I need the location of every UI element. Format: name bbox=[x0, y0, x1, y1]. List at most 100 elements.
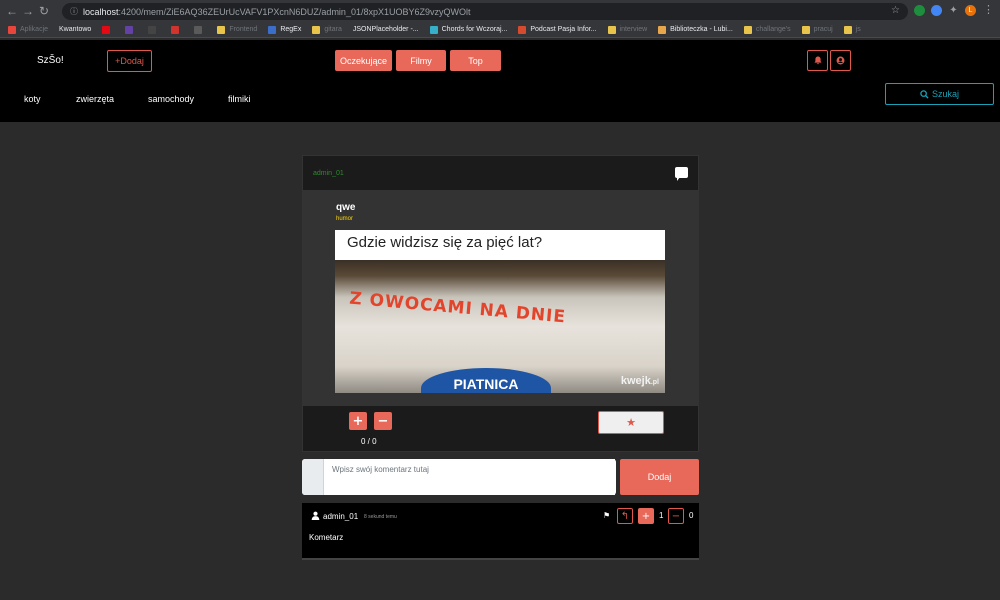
extension-icon[interactable] bbox=[914, 5, 925, 16]
card-body: qwe humor Gdzie widzisz się za pięć lat?… bbox=[303, 190, 698, 406]
bookmark-item[interactable]: RegEx bbox=[268, 25, 302, 34]
bookmark-label: Aplikacje bbox=[20, 26, 49, 33]
comment-icon[interactable] bbox=[675, 167, 688, 181]
bookmark-favicon-icon bbox=[607, 25, 616, 34]
user-account-button[interactable] bbox=[830, 50, 851, 71]
bookmark-item[interactable]: Podcast Pasja Infor... bbox=[518, 25, 597, 34]
bookmark-label: RegEx bbox=[280, 26, 302, 33]
search-button[interactable]: Szukaj bbox=[885, 83, 994, 105]
comment-upvote-button[interactable]: + bbox=[638, 508, 654, 524]
reply-button[interactable]: ↰ bbox=[617, 508, 633, 524]
upvote-button[interactable]: + bbox=[349, 412, 367, 430]
post-title: qwe bbox=[336, 202, 356, 213]
top-button[interactable]: Top bbox=[450, 50, 501, 71]
bookmark-item[interactable]: Aplikacje bbox=[8, 25, 49, 34]
bookmark-item[interactable] bbox=[194, 25, 206, 34]
post-category-tag[interactable]: humor bbox=[336, 216, 353, 222]
bookmark-item[interactable]: pracuj bbox=[801, 25, 833, 34]
bookmark-item[interactable]: gitara bbox=[312, 25, 342, 34]
url-host: localhost bbox=[83, 6, 119, 17]
bookmark-item[interactable]: challange's bbox=[743, 25, 791, 34]
bookmark-item[interactable] bbox=[148, 25, 160, 34]
plus-icon: + bbox=[641, 510, 651, 522]
add-meme-button[interactable]: +Dodaj bbox=[107, 50, 152, 72]
comment-downvote-button[interactable]: − bbox=[668, 508, 684, 524]
meme-image: Gdzie widzisz się za pięć lat? Z OWOCAMI… bbox=[335, 230, 665, 393]
minus-icon: − bbox=[671, 510, 681, 522]
bell-icon bbox=[814, 56, 821, 65]
bookmark-label: Kwantowo bbox=[59, 26, 92, 33]
category-link-koty[interactable]: koty bbox=[24, 94, 41, 104]
bookmark-item[interactable] bbox=[102, 25, 114, 34]
post-author[interactable]: admin_01 bbox=[313, 170, 344, 177]
bookmark-item[interactable]: JSONPlaceholder -... bbox=[353, 26, 419, 33]
watermark-text: kwejk bbox=[620, 375, 651, 387]
bookmark-favicon-icon bbox=[743, 25, 752, 34]
bookmark-favicon-icon bbox=[8, 25, 16, 34]
forward-icon[interactable]: → bbox=[20, 4, 36, 18]
back-icon[interactable]: ← bbox=[4, 4, 20, 18]
comment-minus-count: 0 bbox=[689, 511, 694, 520]
bookmark-label: Chords for Wczoraj... bbox=[441, 26, 508, 33]
comment-time: 8 sekund temu bbox=[364, 514, 397, 520]
bookmark-label: Biblioteczka - Lubi... bbox=[670, 26, 733, 33]
cup-label: Z OWOCAMI NA DNIE bbox=[348, 288, 567, 328]
info-icon[interactable]: ⓘ bbox=[70, 6, 78, 17]
input-addon bbox=[302, 459, 324, 495]
browser-menu-icon[interactable]: ⋮ bbox=[983, 3, 994, 16]
watermark: kwejk.pl bbox=[621, 375, 659, 387]
bookmark-label: Podcast Pasja Infor... bbox=[530, 26, 597, 33]
bookmark-favicon-icon bbox=[801, 25, 810, 34]
search-label: Szukaj bbox=[931, 89, 959, 99]
bookmark-item[interactable]: Frontend bbox=[217, 25, 258, 34]
bookmark-star-icon[interactable]: ☆ bbox=[891, 5, 900, 16]
translate-extension-icon[interactable] bbox=[931, 5, 942, 16]
bookmark-item[interactable] bbox=[171, 25, 183, 34]
category-link-zwierzeta[interactable]: zwierzęta bbox=[76, 94, 114, 104]
bookmark-item[interactable]: Kwantowo bbox=[59, 26, 91, 33]
bookmark-label: js bbox=[855, 26, 861, 33]
bookmark-item[interactable]: js bbox=[843, 25, 861, 34]
bookmark-favicon-icon bbox=[125, 25, 134, 34]
card-header: admin_01 bbox=[303, 156, 698, 190]
address-bar[interactable]: ⓘ localhost :4200/mem/ZiE6AQ36ZEUrUcVAFV… bbox=[62, 3, 908, 20]
pending-button[interactable]: Oczekujące bbox=[335, 50, 392, 71]
vote-count: 0 / 0 bbox=[361, 437, 377, 446]
bookmark-favicon-icon bbox=[312, 25, 321, 34]
bookmark-label: JSONPlaceholder -... bbox=[352, 26, 419, 33]
favorite-button[interactable]: ★ bbox=[598, 411, 664, 434]
category-link-samochody[interactable]: samochody bbox=[148, 94, 194, 104]
report-flag-icon[interactable]: ⚑ bbox=[603, 511, 610, 520]
profile-avatar[interactable]: L bbox=[965, 5, 976, 16]
downvote-button[interactable]: − bbox=[374, 412, 392, 430]
meme-caption: Gdzie widzisz się za pięć lat? bbox=[335, 230, 665, 260]
bookmark-favicon-icon bbox=[148, 25, 157, 34]
bookmark-item[interactable]: interview bbox=[607, 25, 648, 34]
card-footer: + − 0 / 0 ★ bbox=[303, 406, 698, 451]
brand-logo[interactable]: SzŠo! bbox=[37, 55, 64, 66]
star-icon: ★ bbox=[626, 417, 636, 429]
bookmark-favicon-icon bbox=[429, 25, 438, 34]
bookmark-label: pracuj bbox=[813, 26, 833, 33]
comment-textarea[interactable] bbox=[325, 459, 615, 495]
comment-author[interactable]: admin_01 bbox=[323, 512, 358, 521]
bookmark-item[interactable] bbox=[125, 25, 137, 34]
movies-button[interactable]: Filmy bbox=[396, 50, 446, 71]
watermark-suffix: .pl bbox=[650, 379, 659, 386]
bookmark-item[interactable]: Chords for Wczoraj... bbox=[429, 25, 508, 34]
puzzle-extensions-icon[interactable]: ✦ bbox=[948, 5, 959, 16]
category-link-filmiki[interactable]: filmiki bbox=[228, 94, 251, 104]
bookmark-item[interactable]: Biblioteczka - Lubi... bbox=[658, 25, 733, 34]
notifications-button[interactable] bbox=[807, 50, 828, 71]
bookmark-favicon-icon bbox=[268, 25, 277, 34]
reload-icon[interactable]: ↻ bbox=[36, 4, 52, 18]
bookmark-label: interview bbox=[619, 26, 648, 33]
bookmark-favicon-icon bbox=[217, 25, 226, 34]
add-comment-button[interactable]: Dodaj bbox=[620, 459, 699, 495]
bookmarks-bar: Aplikacje Kwantowo Frontend RegEx gitara JSON… bbox=[0, 22, 1000, 38]
url-path: :4200/mem/ZiE6AQ36ZEUrUcVAFV1PXcnN6DUZ/a… bbox=[118, 6, 471, 17]
reply-icon: ↰ bbox=[620, 510, 630, 522]
bookmark-label: Frontend bbox=[229, 26, 258, 33]
bookmark-label: gitara bbox=[324, 26, 342, 33]
user-circle-icon bbox=[836, 56, 845, 65]
